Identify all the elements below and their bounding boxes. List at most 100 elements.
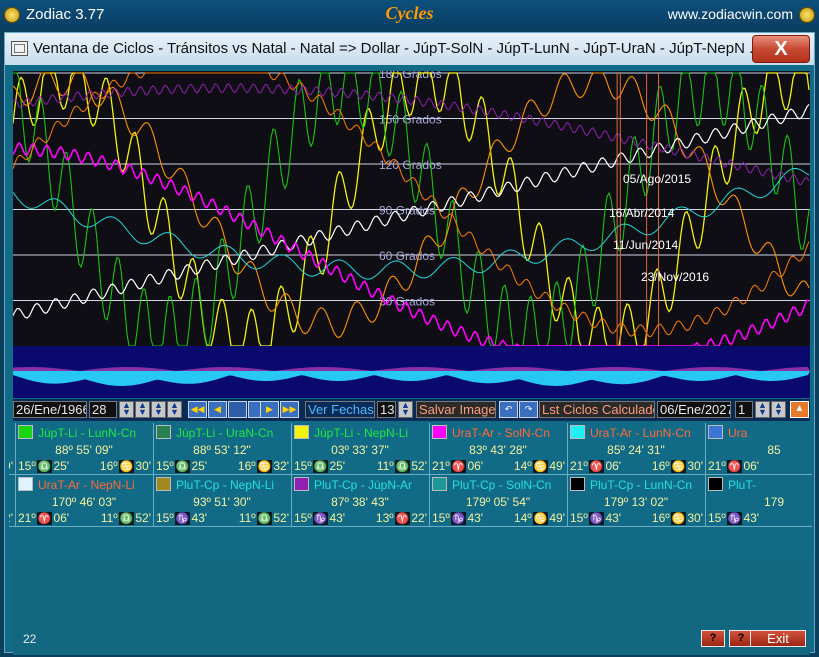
aspect-title: UraT-Ar - NepN-Li (38, 478, 135, 492)
step-spin-4[interactable]: ▲ ▼ (167, 401, 182, 418)
zodiac-sign-icon: ♑ (174, 512, 191, 525)
zodiac-sign-icon: ♑ (450, 512, 467, 525)
redo-icon[interactable]: ↷ (519, 401, 538, 418)
exit-button[interactable]: Exit (750, 630, 806, 647)
transit-position: 21º ♈ 06' (708, 459, 760, 473)
ver-fechas-button[interactable]: Ver Fechas (305, 401, 375, 418)
end-date-field[interactable]: 06/Ene/2027 (657, 401, 731, 418)
step-spin-1[interactable]: ▲ ▼ (119, 401, 134, 418)
prev-page-button[interactable]: ◀ (208, 401, 227, 418)
aspect-cell[interactable]: UraT-Ar - LunN-Cn 85º 24' 31" 21º ♈ 06' 16º ♋ 3… (568, 423, 706, 474)
window-titlebar: Ventana de Ciclos - Tránsitos vs Natal -… (5, 33, 814, 65)
zodiac-sign-icon: ♑ (726, 512, 743, 525)
aspect-title: PluT-Cp - NepN-Li (176, 478, 275, 492)
aspect-angle-value: 85º 24' 31" (607, 443, 665, 457)
aspect-angle-value: 93º 51' 30" (193, 495, 251, 509)
aspect-cell[interactable]: UraT-Ar - SolN-Cn 83º 43' 28" 21º ♈ 06' 14º ♋ 4… (430, 423, 568, 474)
natal-position: 16º ♋ 30' (651, 459, 703, 473)
aspect-angle-value: 85 (767, 443, 781, 457)
aspect-cell[interactable]: -SolN-Cn13"14º♋49' (9, 423, 16, 474)
aspect-cell[interactable]: JúpT-Li - LunN-Cn 88º 55' 09" 15º ♎ 25' 16º ♋ 3… (16, 423, 154, 474)
zodiac-sign-icon: ♎ (174, 460, 191, 473)
natal-position: 16º ♋ 30' (99, 459, 151, 473)
undo-icon[interactable]: ↶ (499, 401, 518, 418)
ver-count-field[interactable]: 13 (377, 401, 396, 418)
next-page-button[interactable]: ▶ (260, 401, 279, 418)
series-color-swatch[interactable] (432, 477, 447, 491)
natal-position: 13º♈22' (375, 511, 427, 525)
aspect-cell[interactable]: JúpT-Li - UraN-Cn 88º 53' 12" 15º ♎ 25' 16º ♋ 3… (154, 423, 292, 474)
zodiac-sign-icon: ♈ (588, 460, 605, 473)
transit-position: 15º ♎ 25' (18, 459, 70, 473)
status-bar: 22 ? ? Exit (13, 630, 810, 650)
natal-position: 16º ♋ 30' (651, 511, 703, 525)
aspect-cell[interactable]: PluT-Cp - NepN-Li 93º 51' 30" 15º ♑ 43' 11º ♎ 5… (154, 475, 292, 526)
ver-count-spin[interactable]: ▲ ▼ (398, 401, 413, 418)
aspect-cell[interactable]: PluT-Cp - SolN-Cn 179º 05' 54" 15º ♑ 43' 14º ♋… (430, 475, 568, 526)
series-color-swatch[interactable] (708, 425, 723, 439)
aspect-cell[interactable]: PluT- 179 15º ♑ 43' (706, 475, 812, 526)
step-spin-2[interactable]: ▲ ▼ (135, 401, 150, 418)
save-image-button[interactable]: Salvar Imagen (416, 401, 496, 418)
series-color-swatch[interactable] (708, 477, 723, 491)
aspect-angle-value: 83º 43' 28" (469, 443, 527, 457)
natal-position: 11º ♎ 52' (238, 511, 289, 525)
series-color-swatch[interactable] (432, 425, 447, 439)
aspects-row: -SolN-Cn13"14º♋49' JúpT-Li - LunN-Cn 88º 5… (9, 423, 812, 475)
transit-position: 21º ♈ 06' (432, 459, 484, 473)
transit-position: 15º ♎ 25' (294, 459, 346, 473)
zodiac-sign-icon: ♋ (532, 460, 549, 473)
series-color-swatch[interactable] (570, 477, 585, 491)
series-color-swatch[interactable] (294, 477, 309, 491)
end-step-field[interactable]: 1 (735, 401, 753, 418)
zodiac-sign-icon: ♎ (36, 460, 53, 473)
transit-position: 15º ♎ 25' (156, 459, 208, 473)
end-spin-2[interactable]: ▲ ▼ (771, 401, 786, 418)
close-button[interactable]: X (752, 35, 810, 63)
app-titlebar: Zodiac 3.77 Cycles www.zodiacwin.com (0, 0, 819, 30)
zodiac-sign-icon: ♋ (532, 512, 549, 525)
website-link[interactable]: www.zodiacwin.com (668, 6, 793, 22)
aspect-title: UraT-Ar - SolN-Cn (452, 426, 551, 440)
date-marker-label: 05/Ago/2015 (623, 172, 691, 186)
zodiac-sign-icon: ♎ (394, 460, 411, 473)
home-button[interactable]: ▲ (790, 401, 809, 418)
end-spin-1[interactable]: ▲ ▼ (755, 401, 770, 418)
date-marker-label: 23/Nov/2016 (641, 270, 709, 284)
aspect-cell[interactable]: - JúpN-Ar44"13º♈22' (9, 475, 16, 526)
aspect-cell[interactable]: JúpT-Li - NepN-Li 03º 33' 37" 15º ♎ 25' 11º ♎ 5… (292, 423, 430, 474)
aspect-title: PluT- (728, 478, 757, 492)
zodiac-sign-icon: ♎ (312, 460, 329, 473)
series-color-swatch[interactable] (18, 425, 33, 439)
aspect-cell[interactable]: PluT-Cp - LunN-Cn 179º 13' 02" 15º ♑ 43' 16º ♋… (568, 475, 706, 526)
step-spin-3[interactable]: ▲ ▼ (151, 401, 166, 418)
start-date-field[interactable]: 26/Ene/1966 (13, 401, 87, 418)
zodiac-logo-right-icon (799, 7, 815, 23)
transit-position: 15º ♑ 43' (294, 511, 346, 525)
list-cycles-button[interactable]: Lst Ciclos Calculados (539, 401, 655, 418)
first-page-button[interactable]: ◀◀ (188, 401, 207, 418)
scroll-thumb[interactable] (228, 401, 247, 418)
series-color-swatch[interactable] (294, 425, 309, 439)
cycles-chart[interactable]: 180 Grados150 Grados120 Grados90 Grados6… (13, 71, 810, 398)
window-title: Ventana de Ciclos - Tránsitos vs Natal -… (33, 40, 753, 57)
aspect-angle-value: 88º 55' 09" (55, 443, 113, 457)
window-icon (11, 41, 28, 56)
series-color-swatch[interactable] (156, 477, 171, 491)
aspect-title: JúpT-Li - NepN-Li (314, 426, 409, 440)
series-color-swatch[interactable] (18, 477, 33, 491)
series-color-swatch[interactable] (570, 425, 585, 439)
aspect-cell[interactable]: PluT-Cp - JúpN-Ar 87º 38' 43" 15º ♑ 43' 13º ♈ 2… (292, 475, 430, 526)
series-color-swatch[interactable] (156, 425, 171, 439)
aspect-cell[interactable]: UraT-Ar - NepN-Li 170º 46' 03" 21º ♈ 06' 11º ♎… (16, 475, 154, 526)
aspect-title: UraT-Ar - LunN-Cn (590, 426, 691, 440)
natal-position: 11º ♎ 52' (376, 459, 427, 473)
natal-position: 16º ♋ 32' (237, 459, 289, 473)
last-page-button[interactable]: ▶▶ (280, 401, 299, 418)
aspect-cell[interactable]: Ura 85 21º ♈ 06' (706, 423, 812, 474)
help-button-1[interactable]: ? (701, 630, 725, 647)
natal-position: 14º♋49' (513, 459, 565, 473)
step-field[interactable]: 28 (89, 401, 117, 418)
aspect-title: JúpT-Li - LunN-Cn (38, 426, 137, 440)
natal-position: 14º♋49' (9, 459, 13, 473)
